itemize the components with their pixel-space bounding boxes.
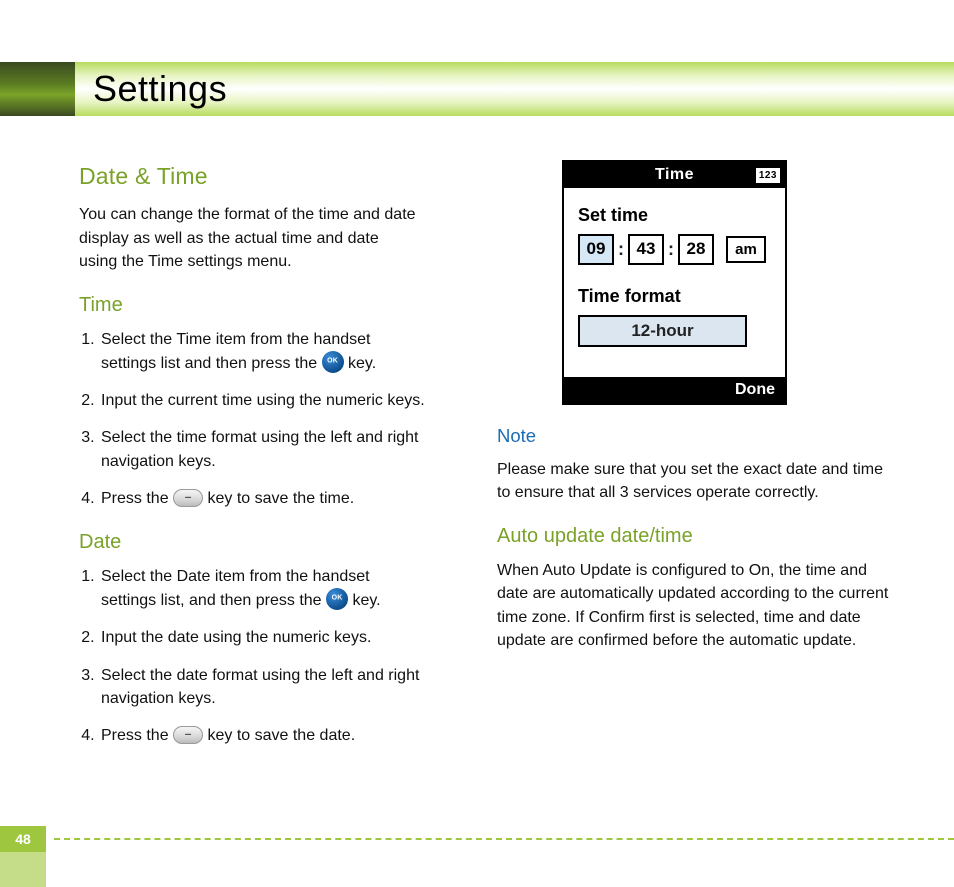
footer-accent	[0, 852, 46, 887]
note-body: Please make sure that you set the exact …	[497, 458, 897, 504]
time-steps: Select the Time item from the handset se…	[79, 328, 469, 510]
date-step-3: Select the date format using the left an…	[99, 664, 469, 710]
time-seconds-field[interactable]: 28	[678, 234, 714, 265]
ampm-field[interactable]: am	[726, 236, 766, 264]
phone-title-text: Time	[655, 163, 694, 186]
phone-shell: Time 123 Set time 09 : 43 : 28 am Time f…	[562, 160, 787, 405]
phone-softkey-bar: Done	[564, 377, 785, 403]
time-step-4: Press the key to save the time.	[99, 487, 469, 510]
text: key to save the date.	[207, 727, 355, 744]
page-body: Date & Time You can change the format of…	[79, 160, 924, 822]
right-column: Time 123 Set time 09 : 43 : 28 am Time f…	[497, 160, 897, 822]
ok-key-icon	[322, 351, 344, 373]
intro-line3: using the Time settings menu.	[79, 253, 292, 270]
heading-auto-update: Auto update date/time	[497, 522, 897, 551]
time-minutes-field[interactable]: 43	[628, 234, 664, 265]
date-step-2: Input the date using the numeric keys.	[99, 626, 469, 649]
text: key.	[348, 355, 376, 372]
soft-key-icon	[173, 489, 203, 507]
text: settings list, and then press the	[101, 592, 326, 609]
date-step-1: Select the Date item from the handset se…	[99, 565, 469, 612]
time-fields: 09 : 43 : 28 am	[578, 234, 771, 265]
time-format-field[interactable]: 12-hour	[578, 315, 747, 348]
heading-note: Note	[497, 423, 897, 450]
text: Select the date format using the left an…	[101, 667, 419, 684]
intro-line1: You can change the format of the time an…	[79, 206, 416, 223]
time-step-1: Select the Time item from the handset se…	[99, 328, 469, 375]
heading-date-time: Date & Time	[79, 160, 469, 193]
heading-time: Time	[79, 291, 469, 320]
done-softkey[interactable]: Done	[735, 378, 775, 401]
page-number: 48	[0, 826, 46, 852]
soft-key-icon	[173, 726, 203, 744]
phone-screenshot: Time 123 Set time 09 : 43 : 28 am Time f…	[562, 160, 787, 405]
ok-key-icon	[326, 588, 348, 610]
text: key to save the time.	[207, 490, 354, 507]
text: key.	[352, 592, 380, 609]
auto-update-body: When Auto Update is configured to On, th…	[497, 559, 897, 652]
text: Select the Date item from the handset	[101, 568, 370, 585]
intro-line2: display as well as the actual time and d…	[79, 230, 379, 247]
time-step-2: Input the current time using the numeric…	[99, 389, 469, 412]
set-time-label: Set time	[578, 202, 771, 228]
phone-titlebar: Time 123	[564, 162, 785, 188]
text: settings list and then press the	[101, 355, 322, 372]
header-accent	[0, 62, 75, 116]
left-column: Date & Time You can change the format of…	[79, 160, 469, 822]
date-steps: Select the Date item from the handset se…	[79, 565, 469, 747]
colon: :	[618, 236, 624, 262]
text: Select the Time item from the handset	[101, 331, 370, 348]
intro-text: You can change the format of the time an…	[79, 203, 469, 273]
text: Select the time format using the left an…	[101, 429, 419, 446]
phone-body: Set time 09 : 43 : 28 am Time format 12-…	[564, 188, 785, 377]
heading-date: Date	[79, 528, 469, 557]
page-header: Settings	[0, 62, 954, 116]
date-step-4: Press the key to save the date.	[99, 724, 469, 747]
input-mode-badge: 123	[755, 167, 781, 184]
text: Press the	[101, 490, 173, 507]
time-hours-field[interactable]: 09	[578, 234, 614, 265]
text: Press the	[101, 727, 173, 744]
text: navigation keys.	[101, 690, 216, 707]
time-format-label: Time format	[578, 283, 771, 309]
text: navigation keys.	[101, 453, 216, 470]
page-footer: 48	[0, 826, 954, 852]
page-title: Settings	[75, 62, 954, 116]
time-step-3: Select the time format using the left an…	[99, 426, 469, 472]
footer-divider	[54, 838, 954, 840]
colon: :	[668, 236, 674, 262]
